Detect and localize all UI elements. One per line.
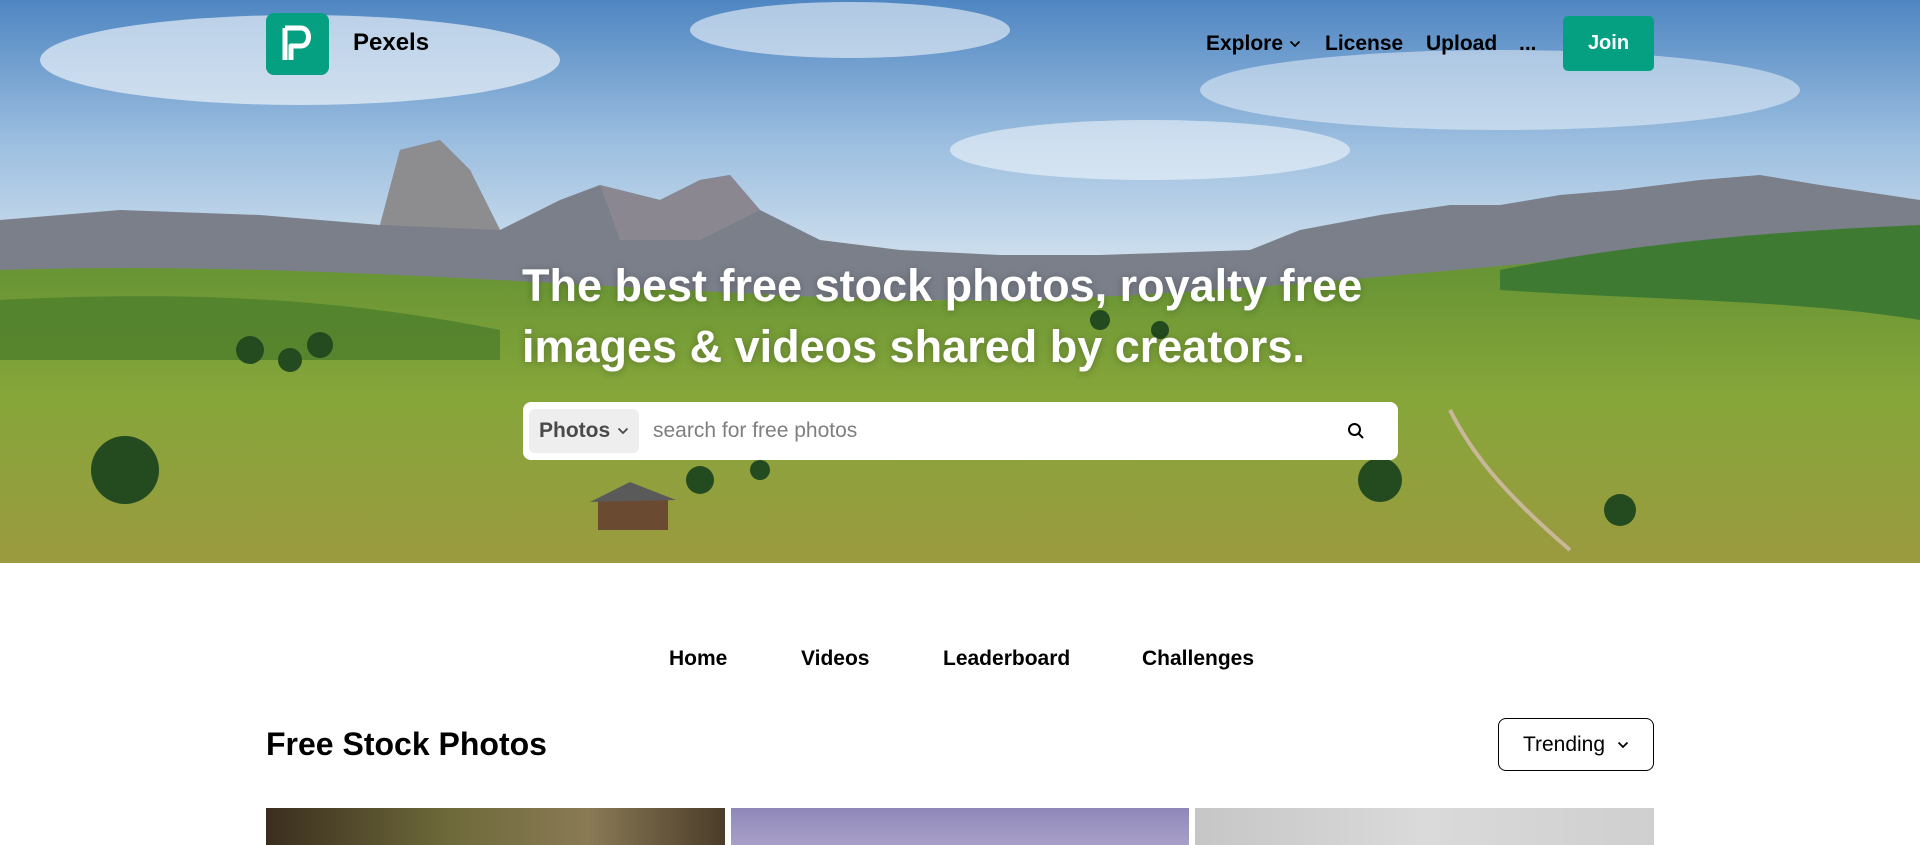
chevron-down-icon	[1289, 40, 1301, 48]
search-type-label: Photos	[539, 419, 611, 442]
hero-headline-line1: The best free stock photos, royalty free	[522, 260, 1363, 311]
search-input[interactable]	[653, 411, 1333, 451]
nav-explore[interactable]: Explore	[1206, 32, 1301, 56]
search-bar: Photos	[523, 402, 1398, 460]
chevron-down-icon	[617, 427, 629, 435]
pexels-logo[interactable]	[266, 13, 329, 75]
nav-license[interactable]: License	[1325, 32, 1403, 56]
photo-thumbnail[interactable]	[1195, 808, 1654, 845]
tab-leaderboard[interactable]: Leaderboard	[943, 647, 1070, 671]
photo-thumbnail[interactable]	[266, 808, 725, 845]
nav-more-button[interactable]: ...	[1519, 32, 1537, 56]
search-type-dropdown[interactable]: Photos	[529, 409, 639, 453]
nav-upload[interactable]: Upload	[1426, 32, 1497, 56]
tab-videos[interactable]: Videos	[801, 647, 869, 671]
chevron-down-icon	[1617, 741, 1629, 748]
photo-thumbnail[interactable]	[731, 808, 1189, 845]
hero-headline: The best free stock photos, royalty free…	[522, 255, 1382, 377]
pexels-logo-icon	[282, 25, 311, 60]
search-icon[interactable]	[1347, 422, 1365, 440]
tab-challenges[interactable]: Challenges	[1142, 647, 1254, 671]
section-title: Free Stock Photos	[266, 726, 547, 762]
tab-home[interactable]: Home	[669, 647, 727, 671]
nav-explore-label: Explore	[1206, 32, 1284, 55]
sort-label: Trending	[1522, 732, 1606, 756]
join-button[interactable]: Join	[1563, 16, 1654, 71]
brand-name[interactable]: Pexels	[353, 29, 429, 57]
sort-dropdown[interactable]: Trending	[1498, 718, 1654, 771]
hero-headline-line2: images & videos shared by creators.	[522, 321, 1305, 372]
